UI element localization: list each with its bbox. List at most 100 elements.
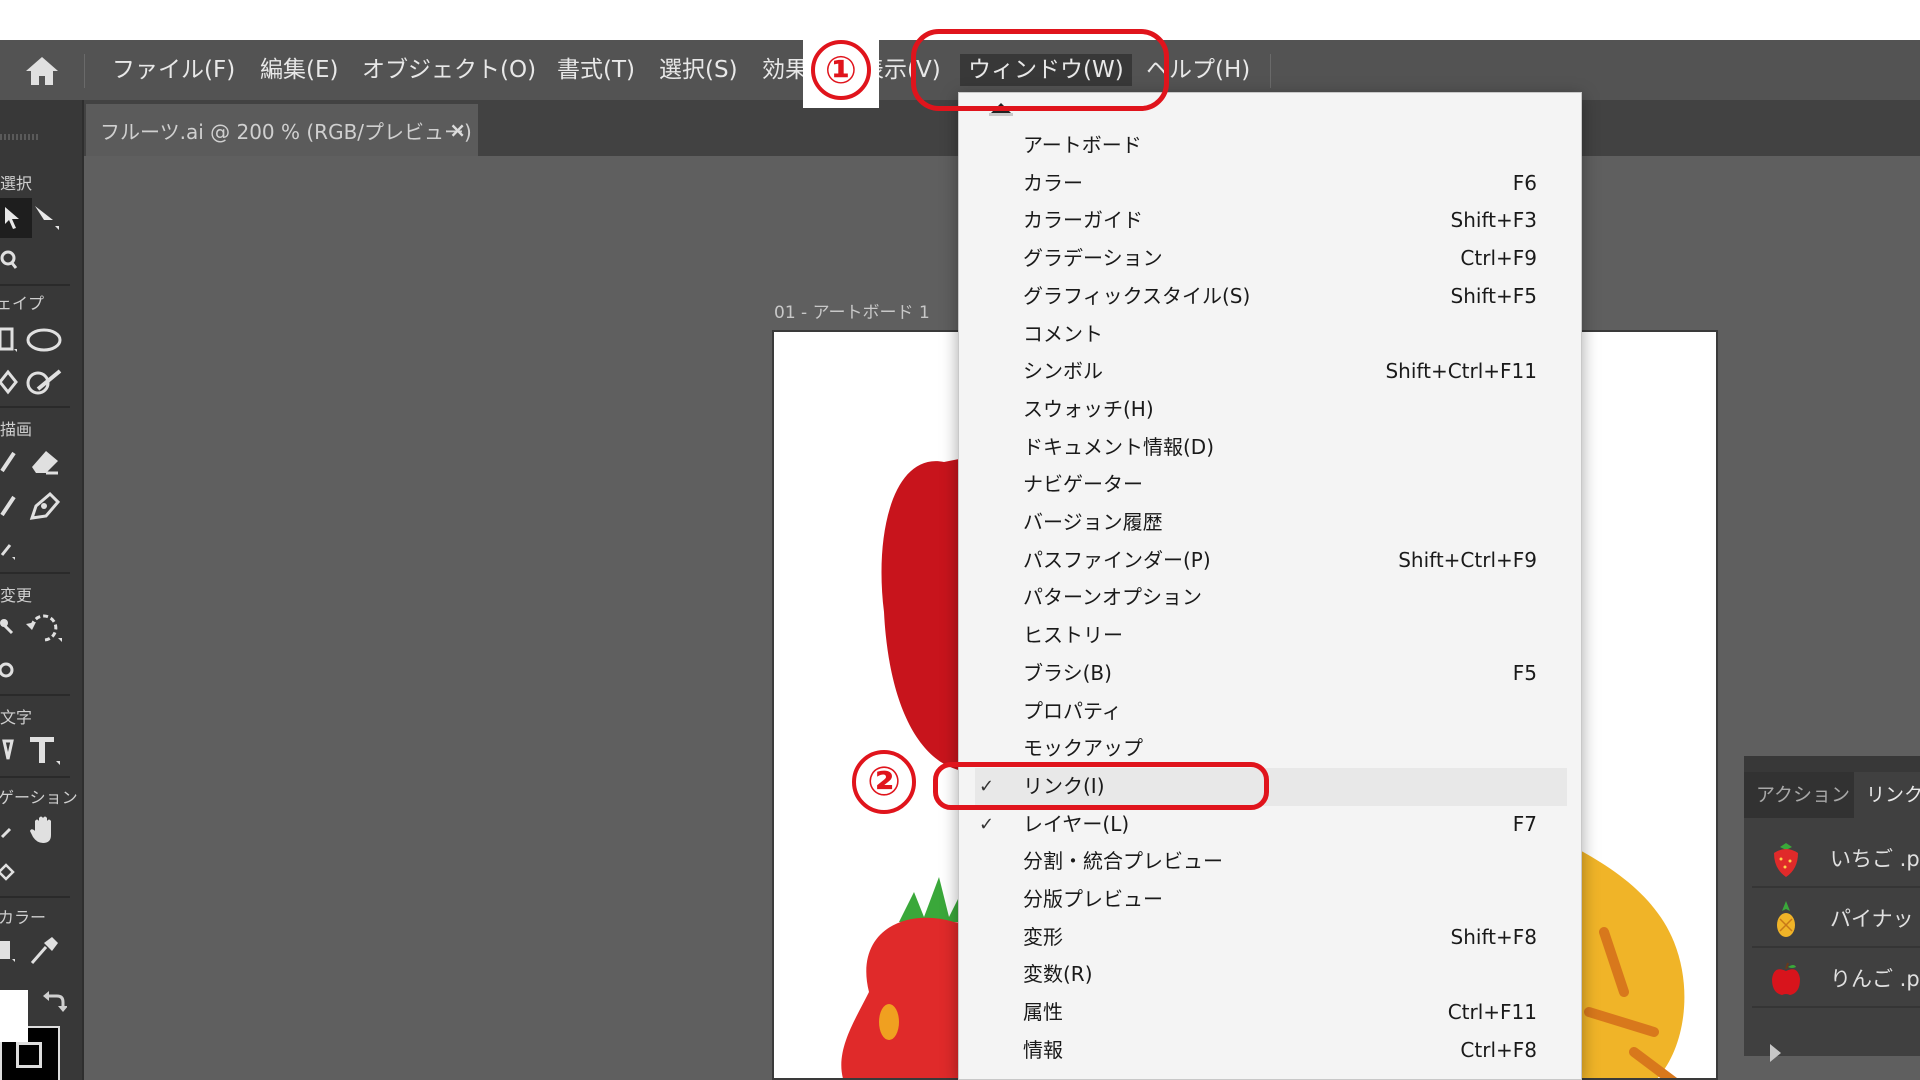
artboard-tool[interactable]	[0, 852, 26, 892]
blob-brush-tool[interactable]	[24, 362, 64, 402]
ellipse-icon	[26, 328, 62, 352]
rectangle-icon	[0, 327, 17, 352]
menu-item-shortcut: Shift+Ctrl+F9	[1398, 547, 1537, 572]
tab-links[interactable]: リンク	[1854, 772, 1920, 818]
menu-object[interactable]: オブジェクト(O)	[362, 54, 536, 86]
tool-section-color: カラー	[0, 908, 47, 927]
home-button[interactable]	[18, 52, 66, 90]
menu-item-label: ヒストリー	[1023, 623, 1123, 648]
menu-item[interactable]: パターンオプション	[959, 579, 1581, 617]
close-icon[interactable]: ×	[449, 118, 466, 142]
pencil-icon	[0, 451, 16, 473]
toolbar-grip[interactable]	[0, 134, 40, 140]
menu-file[interactable]: ファイル(F)	[112, 54, 235, 86]
menu-item[interactable]: カラー F6	[959, 165, 1581, 203]
tool-section-select: 選択	[0, 174, 33, 193]
step-1-circle: ①	[811, 40, 871, 100]
rotate-tool[interactable]	[24, 608, 64, 648]
toolbar-divider	[0, 694, 70, 696]
menu-item[interactable]: 変形 Shift+F8	[959, 919, 1581, 957]
lasso-icon	[0, 250, 18, 269]
menu-divider	[84, 54, 85, 88]
menu-item[interactable]: 属性 Ctrl+F11	[959, 994, 1581, 1032]
eyedropper-tool[interactable]	[24, 930, 64, 970]
menu-edit[interactable]: 編集(E)	[260, 54, 338, 86]
menu-item-shortcut: F6	[1512, 170, 1537, 195]
play-icon[interactable]	[1770, 1044, 1781, 1062]
strawberry-thumbnail	[1774, 843, 1798, 877]
pineapple-thumbnail	[1777, 901, 1795, 937]
menu-item-label: 情報	[1023, 1037, 1063, 1062]
menu-item-shortcut: Ctrl+F11	[1447, 1000, 1537, 1025]
link-name: いちご .p	[1830, 847, 1920, 871]
toolbar-divider	[0, 776, 70, 778]
menu-item-label: レイヤー(L)	[1023, 811, 1130, 836]
hand-icon	[30, 816, 51, 843]
ellipse-tool[interactable]	[24, 320, 64, 360]
menu-item[interactable]: 変数(R)	[959, 956, 1581, 994]
menu-item[interactable]: プロパティ	[959, 693, 1581, 731]
list-item[interactable]: りんご .p	[1752, 950, 1920, 1008]
warp-tool[interactable]	[0, 650, 26, 690]
scale-icon	[0, 619, 14, 635]
type-tool[interactable]	[24, 730, 64, 770]
tool-section-shape: ェイプ	[0, 294, 45, 313]
pen-tool[interactable]	[24, 486, 64, 526]
menu-item-label: グラフィックスタイル(S)	[1023, 283, 1251, 308]
paintbrush-icon	[0, 495, 16, 517]
menu-item-label: グラデーション	[1023, 246, 1163, 271]
menu-item[interactable]: ナビゲーター	[959, 466, 1581, 504]
tool-section-draw: 描画	[0, 420, 33, 439]
curvature-tool[interactable]	[0, 528, 28, 568]
menu-item[interactable]: シンボル Shift+Ctrl+F11	[959, 353, 1581, 391]
menu-item[interactable]: グラフィックスタイル(S) Shift+F5	[959, 278, 1581, 316]
menu-item[interactable]: コメント	[959, 316, 1581, 354]
apple-thumbnail	[1772, 962, 1800, 995]
menu-select[interactable]: 選択(S)	[659, 54, 738, 86]
list-item[interactable]: いちご .p	[1752, 830, 1920, 888]
document-tab[interactable]: フルーツ.ai @ 200 % (RGB/プレビュー) ×	[86, 104, 478, 156]
hand-tool[interactable]	[24, 810, 64, 850]
menu-item[interactable]: ヒストリー	[959, 617, 1581, 655]
blob-brush-icon	[26, 369, 62, 395]
menu-item-label: ナビゲーター	[1023, 472, 1143, 497]
menu-item-label: パスファインダー(P)	[1023, 547, 1211, 572]
menu-item[interactable]: グラデーション Ctrl+F9	[959, 240, 1581, 278]
step-1-highlight	[911, 29, 1169, 111]
toolbar-divider	[0, 284, 70, 286]
menu-item-shortcut: F5	[1512, 660, 1537, 685]
list-item[interactable]: パイナッ	[1752, 890, 1920, 948]
magic-wand-tool[interactable]	[0, 240, 30, 280]
step-2-highlight	[933, 762, 1269, 810]
eraser-tool[interactable]	[24, 442, 64, 482]
menu-item-label: コメント	[1023, 321, 1103, 346]
menu-item[interactable]: アートボード	[959, 127, 1581, 165]
menu-item[interactable]: 分版プレビュー	[959, 881, 1581, 919]
fill-color-swatch[interactable]	[0, 990, 28, 1042]
menu-item[interactable]: 分割・統合プレビュー	[959, 843, 1581, 881]
menu-item-label: プロパティ	[1023, 698, 1122, 723]
menu-item-label: 分版プレビュー	[1023, 887, 1163, 911]
swap-colors-button[interactable]	[34, 982, 74, 1022]
menu-item[interactable]: バージョン履歴	[959, 504, 1581, 542]
menu-effect[interactable]: 効果	[762, 54, 808, 86]
menu-item-shortcut: Shift+Ctrl+F11	[1385, 359, 1537, 384]
eyedropper-icon	[30, 937, 58, 964]
menu-item[interactable]: ドキュメント情報(D)	[959, 429, 1581, 467]
menu-item[interactable]: ✓ レイヤー(L) F7	[959, 806, 1581, 844]
warp-icon	[0, 662, 14, 678]
menu-type[interactable]: 書式(T)	[557, 54, 635, 86]
tab-actions[interactable]: アクション	[1744, 772, 1854, 818]
menu-item[interactable]: 情報 Ctrl+F8	[959, 1032, 1581, 1070]
tool-section-type: 文字	[0, 708, 33, 727]
direct-selection-tool[interactable]	[26, 198, 66, 238]
tool-section-modify: 変更	[0, 586, 33, 605]
menu-item[interactable]: スウォッチ(H)	[959, 391, 1581, 429]
menu-item[interactable]: パスファインダー(P) Shift+Ctrl+F9	[959, 542, 1581, 580]
menu-item[interactable]: ブラシ(B) F5	[959, 655, 1581, 693]
link-name: パイナッ	[1830, 907, 1914, 931]
home-icon	[26, 57, 58, 85]
width-icon	[2, 739, 14, 760]
menu-item[interactable]: カラーガイド Shift+F3	[959, 202, 1581, 240]
menu-item-label: バージョン履歴	[1023, 510, 1163, 534]
